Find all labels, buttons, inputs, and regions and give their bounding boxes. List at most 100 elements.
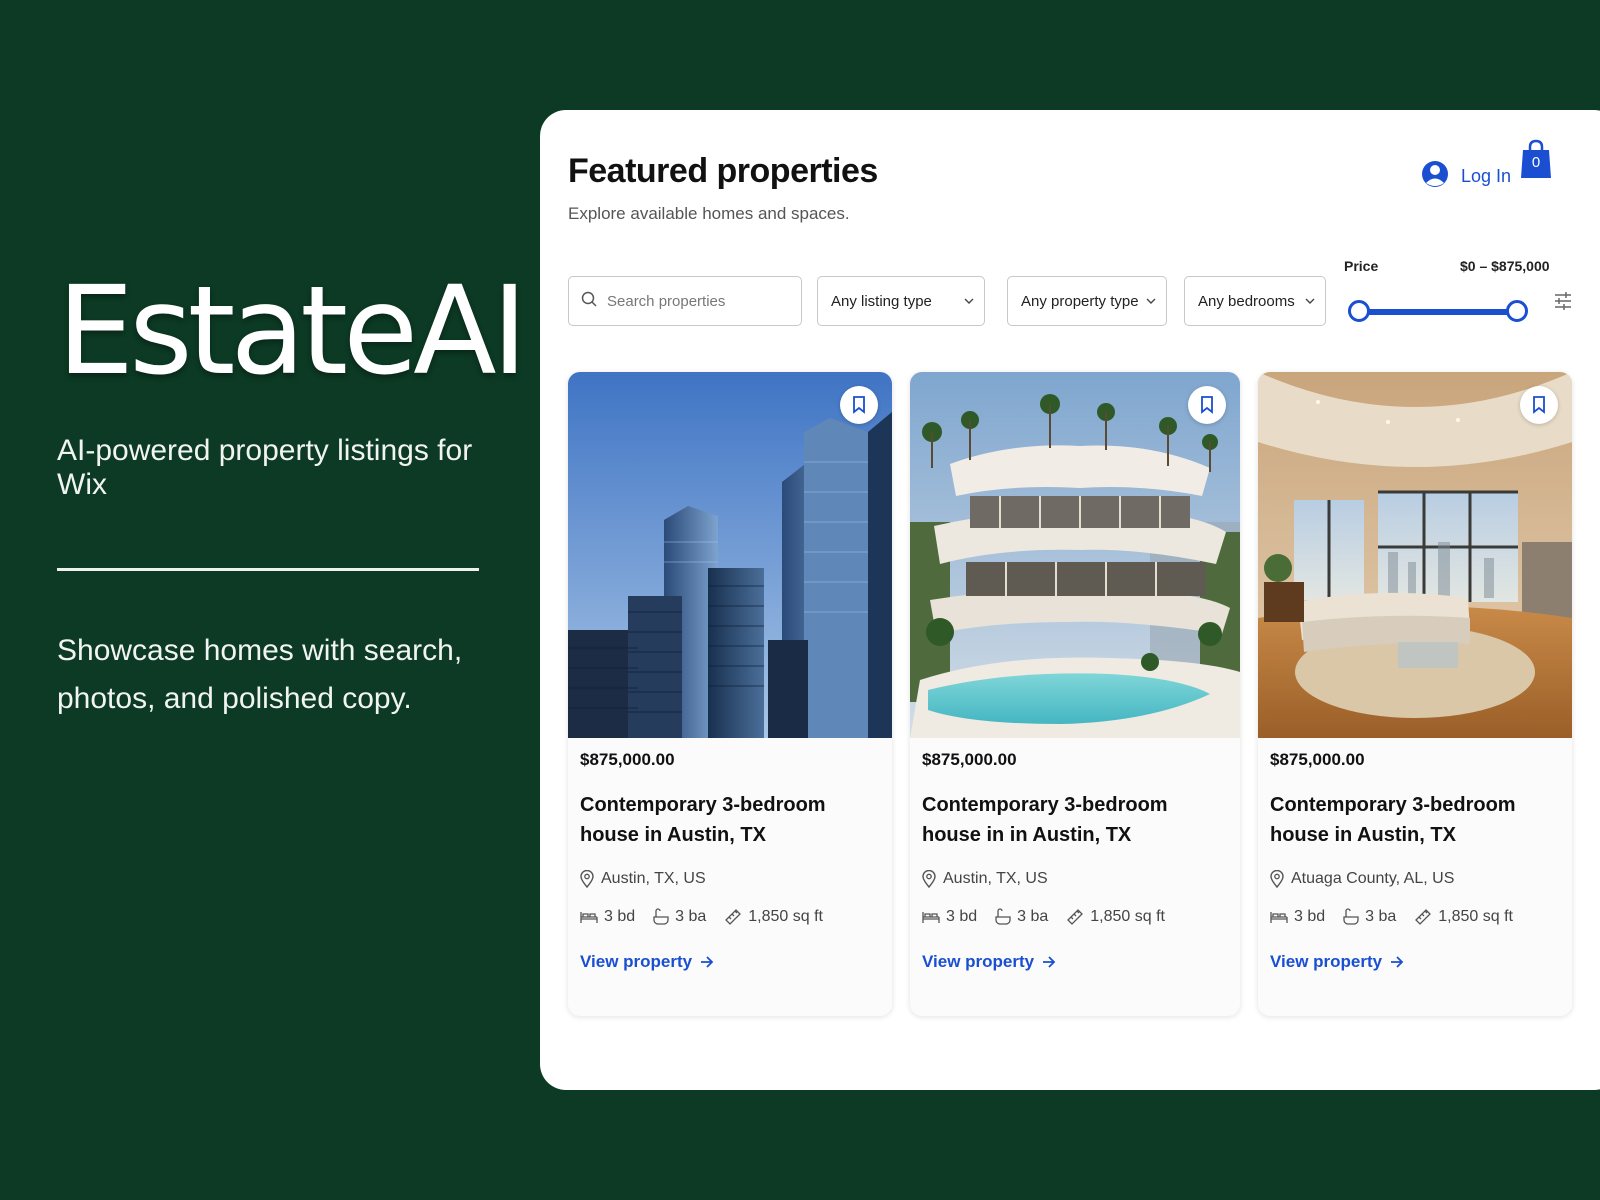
bathrooms-spec: 3 ba — [1343, 908, 1396, 926]
hero-description: Showcase homes with search, photos, and … — [57, 634, 463, 715]
sliders-icon[interactable] — [1552, 290, 1576, 314]
user-icon — [1421, 158, 1449, 195]
ruler-icon — [1415, 909, 1432, 925]
area-text: 1,850 sq ft — [1438, 908, 1513, 925]
property-price: $875,000.00 — [580, 750, 675, 769]
bedrooms-spec: 3 bd — [580, 908, 635, 926]
area-spec: 1,850 sq ft — [1066, 908, 1165, 926]
bathrooms-text: 3 ba — [1365, 908, 1397, 925]
page-subtitle: Explore available homes and spaces. — [568, 204, 850, 223]
search-input[interactable] — [607, 292, 787, 310]
area-spec: 1,850 sq ft — [724, 908, 823, 926]
card-body: $875,000.00 Contemporary 3-bedroom house… — [580, 750, 878, 972]
chevron-down-icon — [1305, 292, 1315, 310]
arrow-right-icon — [1043, 956, 1056, 968]
login-label: Log In — [1461, 166, 1512, 186]
view-property-label: View property — [1270, 952, 1383, 971]
bed-icon — [922, 912, 940, 923]
brand-title: EstateAI — [57, 260, 528, 402]
bathrooms-spec: 3 ba — [995, 908, 1048, 926]
property-type-select[interactable]: Any property type — [1007, 276, 1167, 326]
location-pin-icon — [580, 870, 594, 888]
property-location: Austin, TX, US — [922, 870, 1226, 888]
arrow-right-icon — [701, 956, 714, 968]
divider — [57, 568, 479, 571]
property-title: Contemporary 3-bedroom house in in Austi… — [922, 794, 1168, 846]
card-body: $875,000.00 Contemporary 3-bedroom house… — [1270, 750, 1558, 972]
bookmark-icon — [853, 396, 865, 414]
cart-count: 0 — [1531, 154, 1541, 171]
ruler-icon — [725, 909, 742, 925]
bookmark-icon — [1533, 396, 1545, 414]
bookmark-button[interactable] — [1188, 386, 1226, 424]
bath-icon — [995, 908, 1011, 925]
bed-icon — [580, 912, 598, 923]
chevron-down-icon — [964, 292, 974, 310]
bedrooms-text: 3 bd — [604, 908, 636, 925]
property-type-value: Any property type — [1021, 292, 1139, 310]
property-photo-villa[interactable] — [910, 372, 1240, 738]
property-location: Atuaga County, AL, US — [1270, 870, 1558, 888]
bookmark-button[interactable] — [840, 386, 878, 424]
property-title: Contemporary 3-bedroom house in Austin, … — [1270, 794, 1516, 846]
property-specs: 3 bd 3 ba 1,850 sq ft — [1270, 908, 1558, 926]
page-title: Featured properties — [568, 152, 878, 190]
bookmark-button[interactable] — [1520, 386, 1558, 424]
hero-tagline: AI-powered property listings for Wix — [57, 434, 473, 501]
bed-icon — [1270, 912, 1288, 923]
bedrooms-text: 3 bd — [1294, 908, 1326, 925]
property-specs: 3 bd 3 ba 1,850 sq ft — [580, 908, 878, 926]
property-card[interactable]: $875,000.00 Contemporary 3-bedroom house… — [1258, 372, 1572, 1016]
search-field[interactable] — [568, 276, 802, 326]
bathrooms-text: 3 ba — [675, 908, 707, 925]
bedrooms-spec: 3 bd — [1270, 908, 1325, 926]
location-text: Atuaga County, AL, US — [1291, 870, 1455, 887]
property-photo-living-room[interactable] — [1258, 372, 1572, 738]
bath-icon — [653, 908, 669, 925]
bathrooms-spec: 3 ba — [653, 908, 706, 926]
bath-icon — [1343, 908, 1359, 925]
view-property-link[interactable]: View property — [922, 952, 1056, 972]
price-min-handle[interactable] — [1348, 300, 1370, 322]
bedrooms-select[interactable]: Any bedrooms — [1184, 276, 1326, 326]
view-property-link[interactable]: View property — [580, 952, 714, 972]
property-specs: 3 bd 3 ba 1,850 sq ft — [922, 908, 1226, 926]
bedrooms-text: 3 bd — [946, 908, 978, 925]
area-text: 1,850 sq ft — [1090, 908, 1165, 925]
arrow-right-icon — [1391, 956, 1404, 968]
card-body: $875,000.00 Contemporary 3-bedroom house… — [922, 750, 1226, 972]
hero: EstateAI AI-powered property listings fo… — [57, 260, 528, 723]
property-card[interactable]: $875,000.00 Contemporary 3-bedroom house… — [568, 372, 892, 1016]
price-range-value: $0 – $875,000 — [1460, 258, 1550, 274]
view-property-label: View property — [580, 952, 693, 971]
location-text: Austin, TX, US — [601, 870, 706, 887]
search-icon — [581, 291, 597, 312]
property-location: Austin, TX, US — [580, 870, 878, 888]
area-spec: 1,850 sq ft — [1414, 908, 1513, 926]
property-price: $875,000.00 — [1270, 750, 1365, 769]
location-text: Austin, TX, US — [943, 870, 1048, 887]
listings-panel: Featured properties Explore available ho… — [540, 110, 1600, 1090]
view-property-label: View property — [922, 952, 1035, 971]
location-pin-icon — [922, 870, 936, 888]
chevron-down-icon — [1146, 292, 1156, 310]
listing-type-select[interactable]: Any listing type — [817, 276, 985, 326]
ruler-icon — [1067, 909, 1084, 925]
price-slider-track — [1358, 309, 1518, 315]
property-price: $875,000.00 — [922, 750, 1017, 769]
property-photo-skyscrapers[interactable] — [568, 372, 892, 738]
view-property-link[interactable]: View property — [1270, 952, 1404, 972]
cart-button[interactable]: 0 — [1520, 138, 1552, 180]
bedrooms-value: Any bedrooms — [1198, 292, 1295, 310]
listing-type-value: Any listing type — [831, 292, 932, 310]
property-title: Contemporary 3-bedroom house in Austin, … — [580, 794, 826, 846]
location-pin-icon — [1270, 870, 1284, 888]
property-card[interactable]: $875,000.00 Contemporary 3-bedroom house… — [910, 372, 1240, 1016]
price-label: Price — [1344, 258, 1379, 274]
price-max-handle[interactable] — [1506, 300, 1528, 322]
area-text: 1,850 sq ft — [748, 908, 823, 925]
bedrooms-spec: 3 bd — [922, 908, 977, 926]
price-slider[interactable] — [1348, 300, 1528, 324]
bathrooms-text: 3 ba — [1017, 908, 1049, 925]
login-button[interactable]: Log In — [1421, 158, 1511, 195]
